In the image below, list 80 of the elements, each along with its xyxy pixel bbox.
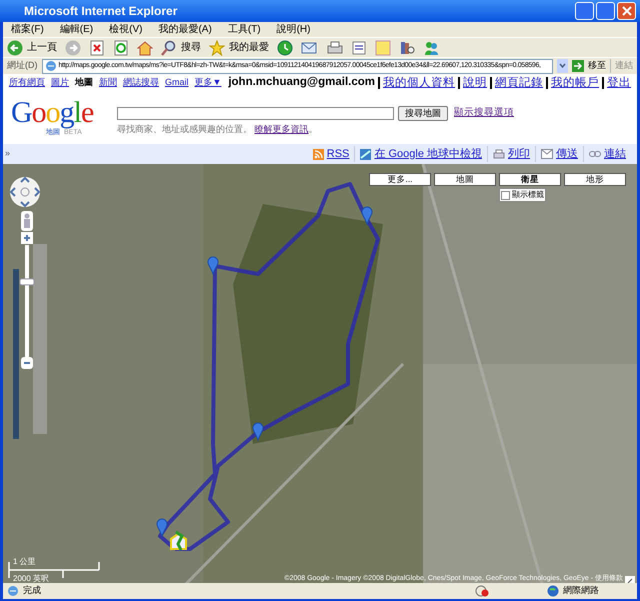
printer-icon[interactable] [327,40,343,56]
map-type-button[interactable]: 更多... [369,173,431,186]
refresh-icon[interactable] [113,40,129,56]
account-link[interactable]: 登出 [607,77,631,89]
street-view-icon[interactable] [21,211,33,231]
zoom-slider[interactable] [20,245,34,357]
dropdown-icon[interactable] [557,59,568,73]
security-zone: 網際網路 [563,584,600,598]
chain-link-icon [589,150,601,158]
account-link[interactable]: 我的帳戶 [551,77,599,89]
map-type-button[interactable]: 衛星 [499,173,561,186]
history-icon[interactable] [277,40,293,56]
map-tool-link[interactable]: 列印 [487,146,535,162]
back-button[interactable]: 上一頁 [7,40,57,56]
map-type-button[interactable]: 地圖 [434,173,496,186]
scale-metric-label: 1 公里 [13,556,36,568]
account-link[interactable]: 說明 [463,77,487,89]
search-maps-button[interactable]: 搜尋地圖 [398,106,448,121]
research-icon[interactable] [399,40,415,56]
nav-link[interactable]: 所有網頁 [9,76,45,90]
window-title: Microsoft Internet Explorer [24,3,178,20]
nav-link[interactable]: 更多▼ [194,76,222,90]
search-options-link[interactable]: 顯示搜尋選項 [454,106,514,121]
status-text: 完成 [23,584,42,598]
map-pin-icon[interactable] [362,206,372,224]
messenger-icon[interactable] [423,40,439,56]
map-tool-link[interactable]: 在 Google 地球中檢視 [354,146,487,162]
menu-item[interactable]: 檔案(F) [11,22,44,37]
star-icon [209,40,225,56]
menu-item[interactable]: 我的最愛(A) [158,22,212,37]
nav-link[interactable]: Gmail [165,76,189,90]
map-pin-icon[interactable] [252,422,264,440]
stop-icon[interactable] [89,40,105,56]
go-button[interactable]: 移至 [572,59,606,73]
nav-link[interactable]: 網誌搜尋 [123,76,159,90]
page-icon [44,60,56,72]
google-logo: Google [11,98,94,128]
user-email: john.mchuang@gmail.com [228,75,375,90]
account-link[interactable]: 我的個人資料 [383,77,455,89]
nav-link[interactable]: 圖片 [51,76,69,90]
minimize-button[interactable] [575,2,594,20]
document-icon[interactable] [351,40,367,56]
checkbox-box[interactable] [501,190,510,200]
address-label: 網址(D) [7,59,38,72]
map-tool-link[interactable]: RSS [308,146,354,162]
map-pin-icon[interactable] [208,256,218,274]
menu-item[interactable]: 編輯(E) [60,22,94,37]
map-type-button[interactable]: 地形 [564,173,626,186]
favorites-button[interactable]: 我的最愛 [209,40,269,56]
home-icon[interactable] [137,40,153,56]
menu-item[interactable]: 檢視(V) [109,22,142,37]
learn-more-link[interactable]: 瞭解更多資訊 [254,124,309,134]
close-button[interactable] [617,2,636,20]
scale-imperial-label: 2000 英呎 [13,573,50,583]
map-tool-link[interactable]: 傳送 [535,146,583,162]
blocked-popup-icon [475,585,489,597]
menu-item[interactable]: 工具(T) [228,22,261,37]
nav-link[interactable]: 地圖 [75,76,93,90]
close-icon [622,6,632,16]
search-icon [161,40,177,56]
show-labels-checkbox[interactable]: 顯示標籤 [499,188,546,202]
expand-corner-icon[interactable] [625,576,635,583]
collapse-panel-toggle[interactable]: » [5,147,10,161]
rss-icon [312,148,324,160]
printer-icon [493,148,505,160]
search-hint: 尋找商家、地址或感興趣的位置。 瞭解更多資訊。 [117,123,319,136]
nav-link[interactable]: 新聞 [99,76,117,90]
zoom-in-button[interactable] [21,232,33,244]
mail-icon[interactable] [301,40,319,56]
account-link[interactable]: 網頁記錄 [495,77,543,89]
zoom-out-button[interactable] [21,357,33,369]
page-icon [7,585,19,597]
menu-item[interactable]: 說明(H) [276,22,310,37]
envelope-icon [541,149,553,159]
maximize-button[interactable] [596,2,615,20]
search-button[interactable]: 搜尋 [161,40,201,56]
zoom-slider-thumb[interactable] [20,278,34,286]
search-field[interactable] [117,107,394,120]
map-tool-link[interactable]: 連結 [583,146,631,162]
pan-control[interactable] [10,176,40,208]
